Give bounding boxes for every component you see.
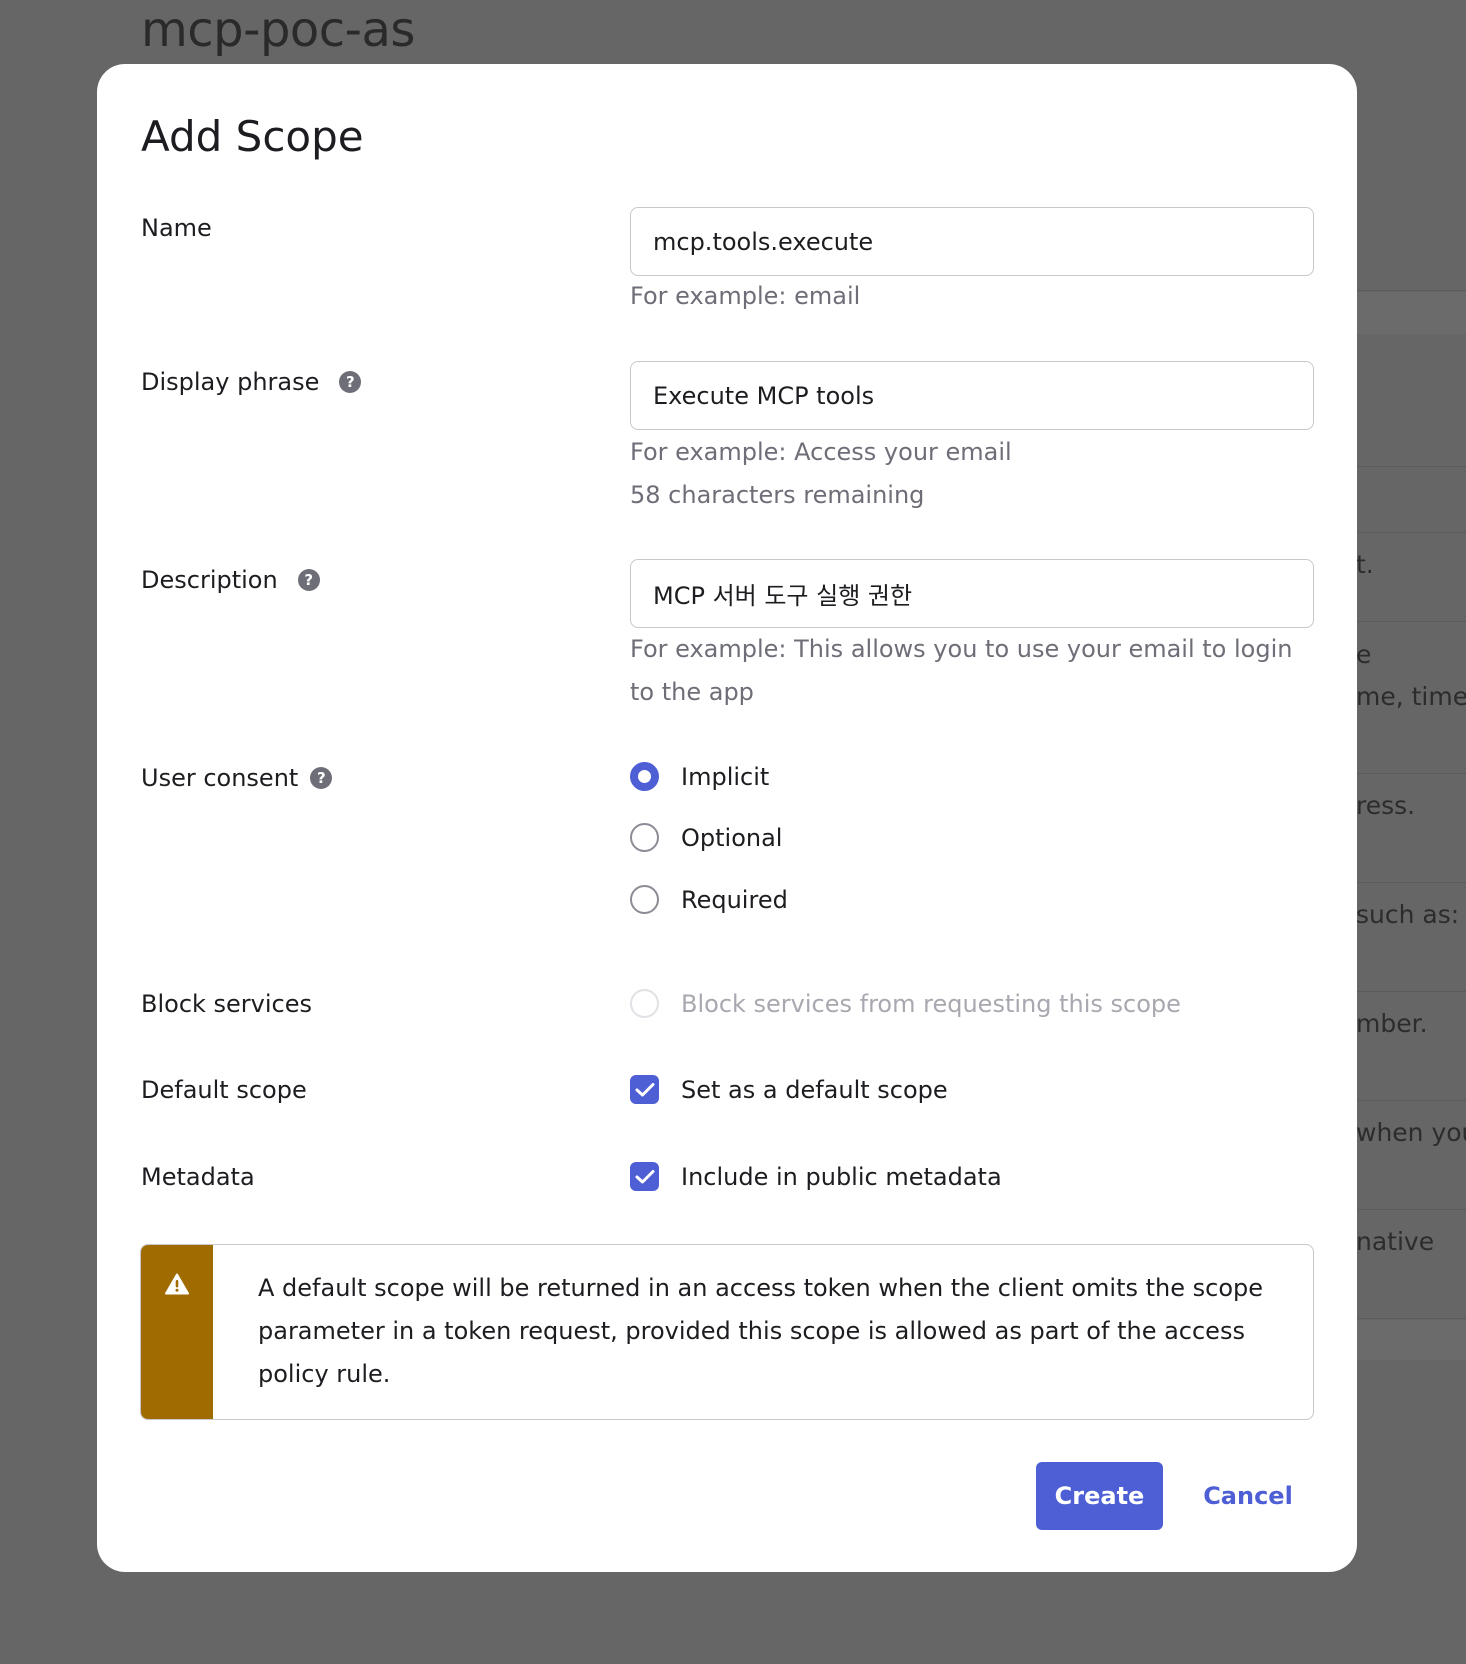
description-hint: For example: This allows you to use your… [630,635,1293,706]
block-services-label-text: Block services [141,990,313,1018]
row-divider [1356,290,1466,291]
display-phrase-label-text: Display phrase [141,368,320,396]
option-label: Include in public metadata [681,1162,1002,1191]
block-services-option: Block services from requesting this scop… [630,989,1181,1018]
option-label: Implicit [681,762,770,791]
radio-button[interactable] [630,762,659,791]
cancel-button[interactable]: Cancel [1193,1462,1303,1530]
background-text: t. [1356,550,1374,579]
default-scope-label: Default scope [141,1076,307,1104]
background-text: native [1356,1227,1435,1256]
characters-remaining: 58 characters remaining [630,481,925,509]
row-divider [1356,773,1466,774]
display-phrase-label: Display phrase ? [141,368,362,396]
background-text: me, time [1356,682,1466,711]
name-hint: For example: email [630,282,861,310]
row-divider [1356,1100,1466,1101]
help-icon[interactable]: ? [297,569,320,591]
page-title: mcp-poc-as [141,2,415,58]
option-label: Required [681,885,788,914]
background-text: ress. [1356,791,1416,820]
background-text: such as: [1356,900,1460,929]
user-consent-label: User consent ? [141,764,333,792]
table-header-band [1356,292,1466,334]
metadata-option[interactable]: Include in public metadata [630,1162,1002,1191]
name-label-text: Name [141,214,212,242]
description-label-text: Description [141,566,278,594]
help-icon[interactable]: ? [339,371,362,393]
name-label: Name [141,214,212,242]
check-icon [635,1082,654,1096]
row-divider [1356,1318,1466,1319]
add-scope-dialog: Add Scope Name For example: email Displa… [97,64,1357,1572]
row-divider [1356,1209,1466,1210]
warning-icon [165,1273,189,1295]
help-icon[interactable]: ? [310,767,333,789]
option-label: Block services from requesting this scop… [681,989,1181,1018]
warning-callout: A default scope will be returned in an a… [140,1244,1314,1420]
checkbox [630,989,659,1018]
option-label: Set as a default scope [681,1075,948,1104]
checkbox[interactable] [630,1075,659,1104]
default-scope-option[interactable]: Set as a default scope [630,1075,948,1104]
row-divider [1356,882,1466,883]
radio-button[interactable] [630,823,659,852]
checkbox[interactable] [630,1162,659,1191]
background-text: e [1356,640,1372,669]
radio-button[interactable] [630,885,659,914]
consent-option-required[interactable]: Required [630,885,788,914]
metadata-label-text: Metadata [141,1163,255,1191]
callout-text: A default scope will be returned in an a… [258,1274,1264,1388]
block-services-label: Block services [141,990,312,1018]
check-icon [635,1169,654,1183]
consent-option-implicit[interactable]: Implicit [630,762,769,791]
display-phrase-input[interactable] [630,361,1314,430]
row-divider [1356,991,1466,992]
row-divider [1356,466,1466,467]
table-footer-band [1356,1320,1466,1360]
background-text: mber. [1356,1009,1428,1038]
option-label: Optional [681,823,783,852]
row-divider [1356,532,1466,533]
user-consent-label-text: User consent [141,764,299,792]
background-text: when you [1356,1118,1466,1147]
consent-option-optional[interactable]: Optional [630,823,782,852]
default-scope-label-text: Default scope [141,1076,307,1104]
name-input[interactable] [630,207,1314,276]
description-label: Description ? [141,566,320,594]
metadata-label: Metadata [141,1163,255,1191]
description-input[interactable] [630,559,1314,628]
callout-bar [141,1245,213,1419]
dialog-title: Add Scope [141,112,364,161]
display-phrase-hint: For example: Access your email [630,438,1012,466]
row-divider [1356,621,1466,622]
create-button[interactable]: Create [1036,1462,1163,1530]
